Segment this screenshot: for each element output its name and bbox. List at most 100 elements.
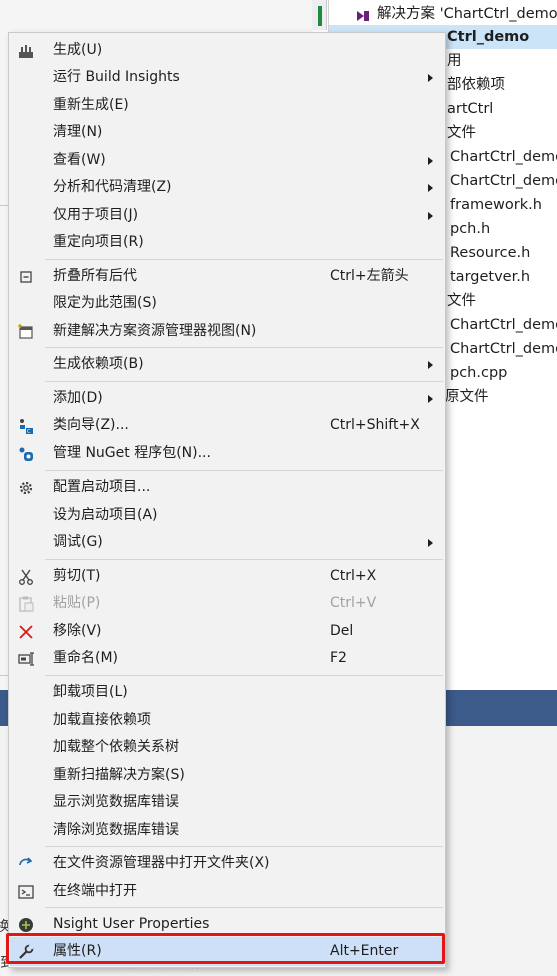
submenu-arrow-icon bbox=[428, 184, 433, 192]
submenu-arrow-icon bbox=[428, 539, 433, 547]
menu-separator bbox=[45, 559, 443, 560]
menu-item-rename[interactable]: 重命名(M) F2 bbox=[10, 645, 444, 672]
terminal-icon bbox=[17, 883, 35, 901]
menu-item-label: 限定为此范围(S) bbox=[53, 295, 157, 311]
tree-item[interactable]: pch.cpp bbox=[450, 361, 507, 385]
tree-item[interactable]: ChartCtrl_demo bbox=[450, 313, 557, 337]
menu-item-new-view[interactable]: 新建解决方案资源管理器视图(N) bbox=[10, 318, 444, 345]
tree-item-label: Ctrl_demo bbox=[447, 29, 530, 45]
menu-item-label: 加载直接依赖项 bbox=[53, 712, 151, 728]
menu-item-rescan-solution[interactable]: 重新扫描解决方案(S) bbox=[10, 762, 444, 789]
paste-icon bbox=[17, 595, 35, 613]
menu-item-label: 折叠所有后代 bbox=[53, 268, 137, 284]
menu-item-label: 移除(V) bbox=[53, 623, 102, 639]
menu-item-show-browse-db-errors[interactable]: 显示浏览数据库错误 bbox=[10, 789, 444, 816]
tree-item-label: framework.h bbox=[450, 197, 542, 213]
gear-icon bbox=[17, 479, 35, 497]
menu-item-configure-startup[interactable]: 配置启动项目... bbox=[10, 474, 444, 501]
new-view-icon bbox=[17, 323, 35, 341]
menu-item-retarget[interactable]: 重定向项目(R) bbox=[10, 229, 444, 256]
tree-item-label: 原文件 bbox=[445, 389, 489, 405]
menu-item-label: 加载整个依赖关系树 bbox=[53, 739, 179, 755]
tree-item-label: pch.cpp bbox=[450, 365, 508, 381]
tree-item[interactable]: ChartCtrl_demo bbox=[450, 169, 557, 193]
menu-item-cut[interactable]: 剪切(T) Ctrl+X bbox=[10, 563, 444, 590]
menu-item-build-insights[interactable]: 运行 Build Insights bbox=[10, 64, 444, 91]
tree-item[interactable]: 部依赖项 bbox=[447, 73, 505, 97]
tree-item[interactable]: 原文件 bbox=[445, 385, 489, 409]
menu-item-label: 运行 Build Insights bbox=[53, 69, 180, 85]
class-wizard-icon: C bbox=[17, 417, 35, 435]
tree-item-label: ChartCtrl_demo bbox=[450, 149, 557, 165]
menu-item-open-in-terminal[interactable]: 在终端中打开 bbox=[10, 878, 444, 905]
tree-item[interactable]: 文件 bbox=[447, 121, 476, 145]
menu-item-label: 配置启动项目... bbox=[53, 479, 151, 495]
tree-item-label: targetver.h bbox=[450, 269, 531, 285]
menu-item-rebuild[interactable]: 重新生成(E) bbox=[10, 92, 444, 119]
menu-item-build[interactable]: 生成(U) bbox=[10, 37, 444, 64]
menu-item-label: 管理 NuGet 程序包(N)... bbox=[53, 445, 211, 461]
tree-item[interactable]: framework.h bbox=[450, 193, 542, 217]
menu-item-shortcut: Ctrl+Shift+X bbox=[330, 417, 420, 433]
menu-separator bbox=[45, 470, 443, 471]
menu-item-label: 新建解决方案资源管理器视图(N) bbox=[53, 323, 257, 339]
menu-item-class-wizard[interactable]: C 类向导(Z)... Ctrl+Shift+X bbox=[10, 412, 444, 439]
tree-item[interactable]: 用 bbox=[447, 49, 462, 73]
tree-item[interactable]: pch.h bbox=[450, 217, 490, 241]
menu-item-label: 粘贴(P) bbox=[53, 595, 101, 611]
menu-item-clean[interactable]: 清理(N) bbox=[10, 119, 444, 146]
svg-text:C: C bbox=[27, 429, 31, 435]
tree-item-label: pch.h bbox=[450, 221, 491, 237]
menu-separator bbox=[45, 675, 443, 676]
menu-item-label: 重定向项目(R) bbox=[53, 234, 144, 250]
menu-item-label: 查看(W) bbox=[53, 152, 106, 168]
menu-item-load-direct-deps[interactable]: 加载直接依赖项 bbox=[10, 707, 444, 734]
menu-item-shortcut: Ctrl+X bbox=[330, 568, 377, 584]
menu-item-load-dep-tree[interactable]: 加载整个依赖关系树 bbox=[10, 734, 444, 761]
menu-item-build-dependencies[interactable]: 生成依赖项(B) bbox=[10, 351, 444, 378]
tree-item[interactable]: 文件 bbox=[447, 289, 476, 313]
tree-item[interactable]: targetver.h bbox=[450, 265, 530, 289]
tree-item[interactable]: Resource.h bbox=[450, 241, 530, 265]
menu-item-debug[interactable]: 调试(G) bbox=[10, 529, 444, 556]
menu-item-analyze[interactable]: 分析和代码清理(Z) bbox=[10, 174, 444, 201]
change-indicator bbox=[318, 6, 322, 26]
solution-icon bbox=[355, 7, 371, 21]
menu-item-open-in-explorer[interactable]: 在文件资源管理器中打开文件夹(X) bbox=[10, 850, 444, 877]
tree-item-label: 文件 bbox=[447, 125, 476, 141]
menu-item-collapse-all[interactable]: 折叠所有后代 Ctrl+左箭头 bbox=[10, 263, 444, 290]
nuget-icon bbox=[17, 445, 35, 463]
menu-separator bbox=[45, 381, 443, 382]
menu-separator bbox=[45, 846, 443, 847]
menu-item-label: 重新扫描解决方案(S) bbox=[53, 767, 185, 783]
tree-item-solution[interactable]: 解决方案 'ChartCtrl_demo bbox=[355, 2, 557, 26]
submenu-arrow-icon bbox=[428, 361, 433, 369]
menu-item-unload-project[interactable]: 卸载项目(L) bbox=[10, 679, 444, 706]
menu-item-scope[interactable]: 限定为此范围(S) bbox=[10, 290, 444, 317]
nsight-icon bbox=[17, 916, 35, 934]
menu-item-set-startup[interactable]: 设为启动项目(A) bbox=[10, 502, 444, 529]
menu-item-label: 分析和代码清理(Z) bbox=[53, 179, 172, 195]
menu-item-label: 生成依赖项(B) bbox=[53, 356, 144, 372]
menu-item-label: 仅用于项目(J) bbox=[53, 207, 139, 223]
tree-item[interactable]: ChartCtrl_demo bbox=[450, 337, 557, 361]
menu-item-nuget[interactable]: 管理 NuGet 程序包(N)... bbox=[10, 440, 444, 467]
menu-item-view[interactable]: 查看(W) bbox=[10, 147, 444, 174]
tree-item-label: 部依赖项 bbox=[447, 77, 505, 93]
menu-item-clear-browse-db-errors[interactable]: 清除浏览数据库错误 bbox=[10, 817, 444, 844]
tree-item[interactable]: ChartCtrl_demo bbox=[450, 145, 557, 169]
menu-item-project-only[interactable]: 仅用于项目(J) bbox=[10, 202, 444, 229]
menu-item-paste[interactable]: 粘贴(P) Ctrl+V bbox=[10, 590, 444, 617]
menu-item-label: 在终端中打开 bbox=[53, 883, 137, 899]
tree-item[interactable]: artCtrl bbox=[447, 97, 493, 121]
menu-item-add[interactable]: 添加(D) bbox=[10, 385, 444, 412]
menu-item-label: 调试(G) bbox=[53, 534, 103, 550]
tree-item-label: Resource.h bbox=[450, 245, 531, 261]
menu-item-shortcut: Ctrl+V bbox=[330, 595, 377, 611]
tree-item-label: artCtrl bbox=[447, 101, 494, 117]
menu-separator bbox=[45, 259, 443, 260]
menu-item-remove[interactable]: 移除(V) Del bbox=[10, 618, 444, 645]
tree-item-label: ChartCtrl_demo bbox=[450, 173, 557, 189]
collapse-icon bbox=[17, 268, 35, 286]
menu-item-label: 重命名(M) bbox=[53, 650, 119, 666]
